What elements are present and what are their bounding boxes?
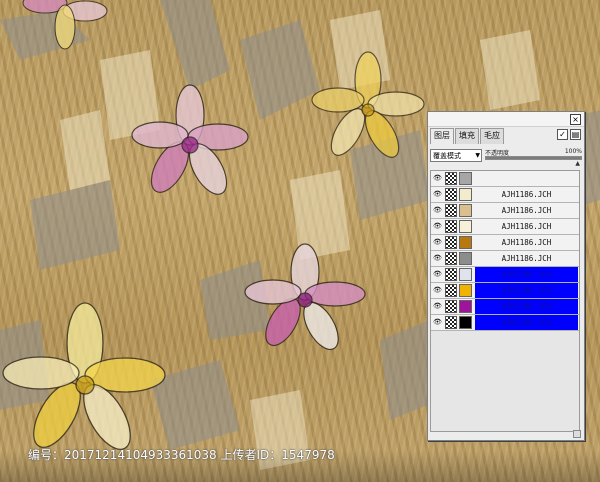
layer-row[interactable]: 👁 AJH1186.JCH (431, 283, 579, 299)
layer-color-swatch[interactable] (459, 252, 472, 265)
layer-name: AJH1186.JCH (501, 254, 552, 263)
eye-icon[interactable]: 👁 (432, 252, 443, 265)
layer-row[interactable]: 👁 AJH1186.JCH (431, 187, 579, 203)
eye-icon[interactable]: 👁 (432, 316, 443, 329)
checkbox-icon[interactable]: ✓ (557, 129, 568, 140)
layer-color-swatch[interactable] (459, 316, 472, 329)
mask-icon[interactable] (445, 300, 457, 313)
opacity-slider-fill (486, 157, 581, 159)
close-icon[interactable]: × (570, 114, 581, 125)
mask-icon[interactable] (445, 204, 457, 217)
layer-name: AJH1186.JCH (501, 206, 552, 215)
mask-icon[interactable] (445, 220, 457, 233)
layer-color-swatch[interactable] (459, 204, 472, 217)
tab-brush[interactable]: 毛应 (480, 128, 504, 144)
layer-row[interactable]: 👁 AJH1186.JCH (431, 267, 579, 283)
watermark-text: 编号：20171214104933361038 上传者ID：1547978 (28, 448, 335, 462)
layer-list: 👁 👁 AJH1186.JCH 👁 AJH1186.JCH 👁 AJH1186.JCH 👁 AJ… (430, 170, 580, 432)
blend-mode-select[interactable]: 覆盖模式 ▼ (430, 149, 482, 162)
eye-icon[interactable]: 👁 (432, 220, 443, 233)
mask-icon[interactable] (445, 268, 457, 281)
layer-color-swatch[interactable] (459, 284, 472, 297)
panel-tabs: 图层 填充 毛应 (430, 128, 505, 144)
layer-row[interactable]: 👁 AJH1186.JCH (431, 315, 579, 331)
layer-name: AJH1186.JCH (501, 238, 552, 247)
layer-row[interactable]: 👁 AJH1186.JCH (431, 251, 579, 267)
layer-color-swatch[interactable] (459, 300, 472, 313)
mask-icon[interactable] (445, 188, 457, 201)
eye-icon[interactable]: 👁 (432, 300, 443, 313)
blend-row: 覆盖模式 ▼ 不透明度 100% ▲ (430, 148, 582, 167)
scroll-down-button[interactable] (573, 430, 581, 438)
layer-name: AJH1186.JCH (475, 315, 578, 330)
layer-color-swatch[interactable] (459, 188, 472, 201)
tab-fill[interactable]: 填充 (455, 128, 479, 144)
layer-color-swatch[interactable] (459, 172, 472, 185)
mask-icon[interactable] (445, 284, 457, 297)
eye-icon[interactable]: 👁 (432, 284, 443, 297)
layer-name: AJH1186.JCH (475, 299, 578, 314)
mask-icon[interactable] (445, 172, 457, 185)
opacity-value: 100% (564, 148, 582, 155)
layer-name: AJH1186.JCH (501, 190, 552, 199)
panel-title-bar[interactable]: × (428, 112, 584, 127)
layer-row[interactable]: 👁 (431, 171, 579, 187)
chevron-down-icon: ▼ (475, 152, 480, 159)
layer-row[interactable]: 👁 AJH1186.JCH (431, 299, 579, 315)
tab-layers[interactable]: 图层 (430, 128, 454, 144)
layer-name: AJH1186.JCH (475, 267, 578, 282)
layers-panel: × 图层 填充 毛应 ✓ ▤ 覆盖模式 ▼ 不透明度 100% ▲ 👁 👁 AJH1… (427, 111, 585, 441)
pink-flower-mid (244, 243, 366, 351)
eye-icon[interactable]: 👁 (432, 172, 443, 185)
eye-icon[interactable]: 👁 (432, 204, 443, 217)
eye-icon[interactable]: 👁 (432, 188, 443, 201)
layer-color-swatch[interactable] (459, 236, 472, 249)
layer-color-swatch[interactable] (459, 268, 472, 281)
layer-row[interactable]: 👁 AJH1186.JCH (431, 203, 579, 219)
mask-icon[interactable] (445, 252, 457, 265)
eye-icon[interactable]: 👁 (432, 236, 443, 249)
new-layer-icon[interactable]: ▤ (570, 129, 581, 140)
opacity-slider[interactable] (485, 156, 582, 160)
eye-icon[interactable]: 👁 (432, 268, 443, 281)
slider-thumb-icon[interactable]: ▲ (575, 160, 580, 167)
blend-mode-value: 覆盖模式 (433, 152, 461, 160)
layer-name (475, 171, 578, 186)
layer-color-swatch[interactable] (459, 220, 472, 233)
panel-tools: ✓ ▤ (557, 129, 581, 140)
layer-row[interactable]: 👁 AJH1186.JCH (431, 235, 579, 251)
mask-icon[interactable] (445, 316, 457, 329)
mask-icon[interactable] (445, 236, 457, 249)
layer-name: AJH1186.JCH (501, 222, 552, 231)
layer-name: AJH1186.JCH (475, 283, 578, 298)
layer-row[interactable]: 👁 AJH1186.JCH (431, 219, 579, 235)
